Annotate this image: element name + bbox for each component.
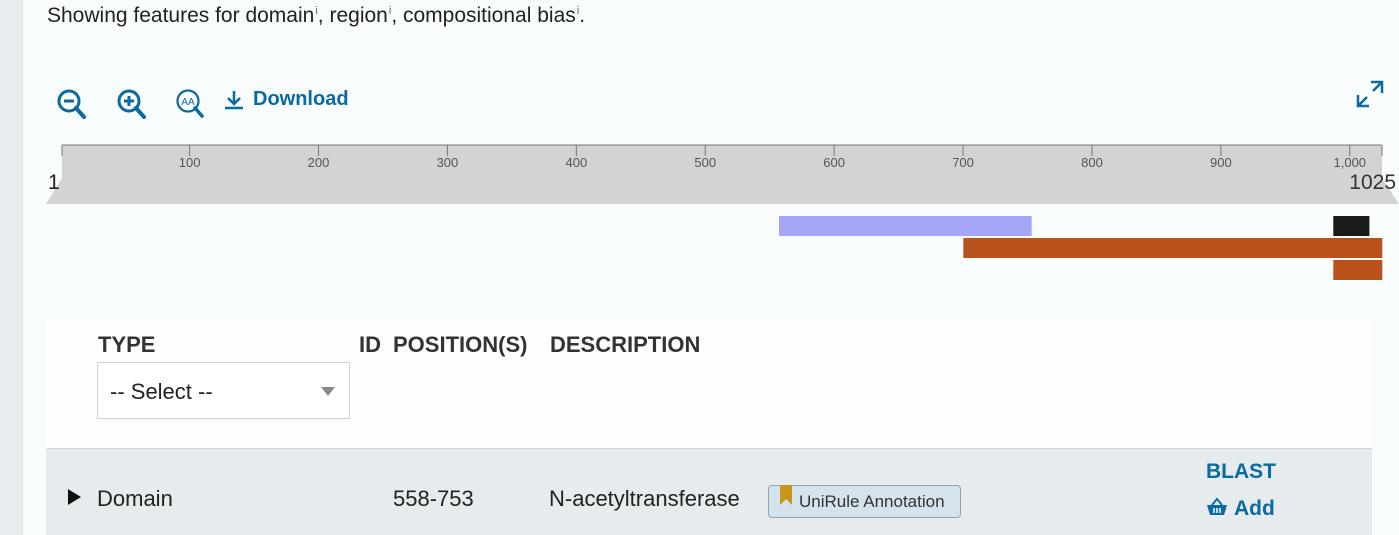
type-select-value: -- Select -- xyxy=(110,379,213,404)
summary-region: region xyxy=(329,4,388,27)
badge-label: UniRule Annotation xyxy=(799,492,945,511)
summary-separator: , xyxy=(317,4,330,27)
zoom-out-icon xyxy=(57,89,86,119)
zoom-out-button[interactable] xyxy=(56,86,90,122)
ruler-tick-label: 100 xyxy=(179,155,201,170)
feature-type: Domain xyxy=(97,486,173,511)
feature-region-bar[interactable] xyxy=(963,238,1383,258)
feature-description: N-acetyltransferase xyxy=(549,486,740,511)
download-label: Download xyxy=(253,88,349,110)
type-header: TYPE xyxy=(98,332,156,357)
feature-domain-bar[interactable] xyxy=(779,216,1032,236)
bookmark-icon xyxy=(780,485,792,505)
description-header: DESCRIPTION xyxy=(550,332,701,357)
features-table: TYPE ID POSITION(S) DESCRIPTION -- Selec… xyxy=(46,320,1372,535)
ruler-tick-label: 200 xyxy=(308,155,330,170)
expand-icon xyxy=(1356,80,1384,108)
zoom-reset-text: AA xyxy=(181,97,195,108)
feature-position: 558-753 xyxy=(393,486,474,511)
ruler-tick-label: 400 xyxy=(565,155,587,170)
zoom-in-icon xyxy=(117,89,146,119)
ruler-background xyxy=(46,145,1399,204)
chevron-down-icon xyxy=(321,387,335,396)
ruler-tick-label: 600 xyxy=(823,155,845,170)
id-header: ID xyxy=(359,332,381,357)
type-select[interactable]: -- Select -- xyxy=(97,362,350,419)
blast-button[interactable]: BLAST xyxy=(1206,460,1276,484)
ruler-tick-label: 500 xyxy=(694,155,716,170)
summary-domain: domain xyxy=(245,4,315,27)
zoom-reset-button[interactable]: AA xyxy=(174,86,208,122)
ruler-tick-label: 900 xyxy=(1210,155,1232,170)
zoom-reset-icon: AA xyxy=(176,89,204,118)
features-summary: Showing features for domaini, regioni, c… xyxy=(47,4,585,28)
ruler-tick-label: 1,000 xyxy=(1334,155,1367,170)
fullscreen-button[interactable] xyxy=(1355,79,1385,114)
download-button[interactable]: Download xyxy=(223,88,349,111)
feature-region-bar[interactable] xyxy=(1333,260,1383,280)
summary-compositional-bias: compositional bias xyxy=(402,4,576,27)
summary-separator: , xyxy=(391,4,403,27)
positions-header: POSITION(S) xyxy=(393,332,528,357)
add-to-basket-button[interactable]: Add xyxy=(1206,497,1275,521)
basket-icon xyxy=(1207,497,1227,515)
zoom-in-button[interactable] xyxy=(116,86,150,122)
unirule-annotation-badge[interactable]: UniRule Annotation xyxy=(768,485,961,518)
protein-feature-track[interactable]: 100 200 300 400 500 600 700 800 900 1,000 1 1025 xyxy=(0,140,1399,290)
ruler-tick-label: 300 xyxy=(437,155,459,170)
table-row: Domain 558-753 N-acetyltransferase UniRu… xyxy=(46,448,1372,535)
ruler-tick-label: 700 xyxy=(952,155,974,170)
summary-separator: . xyxy=(579,4,586,27)
download-icon xyxy=(225,90,243,109)
ruler-tick-label: 800 xyxy=(1081,155,1103,170)
summary-prefix: Showing features for xyxy=(47,4,246,27)
add-label: Add xyxy=(1234,497,1275,520)
expand-row-icon[interactable] xyxy=(68,489,81,505)
feature-compositional-bias-bar[interactable] xyxy=(1333,216,1370,236)
ruler-start-label: 1 xyxy=(48,171,60,194)
ruler-end-label: 1025 xyxy=(1349,171,1396,194)
